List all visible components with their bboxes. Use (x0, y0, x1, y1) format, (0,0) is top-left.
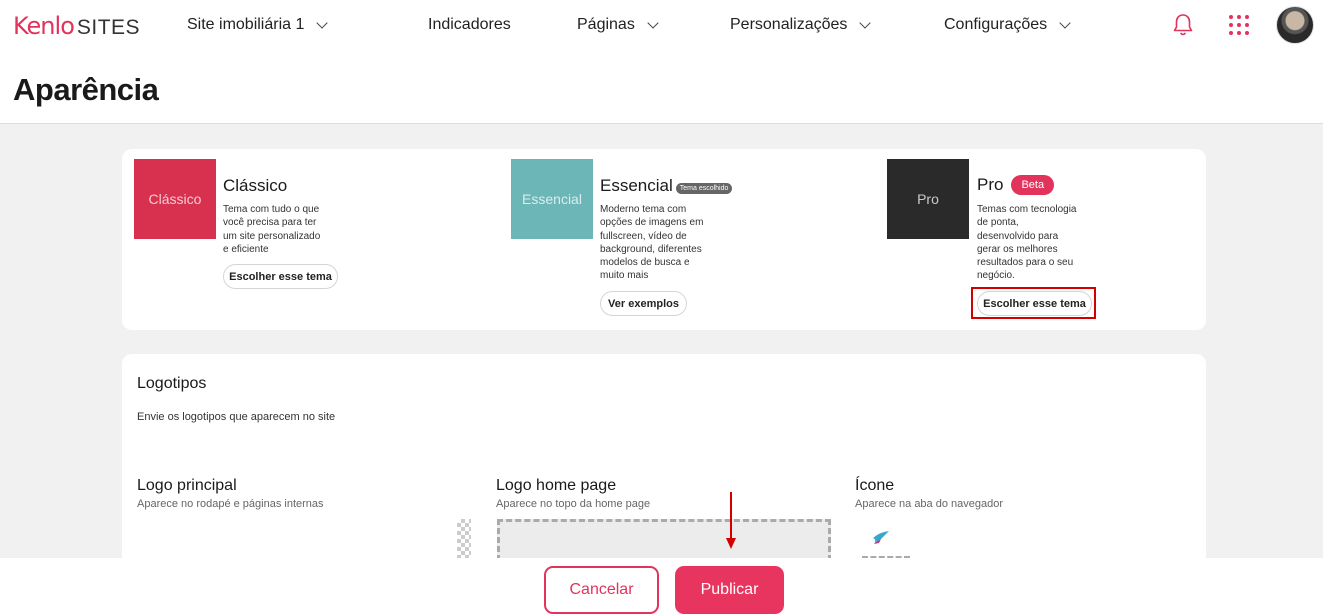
theme-pro-thumbnail[interactable]: Pro (887, 159, 969, 239)
theme-classic-name-label: Clássico (223, 176, 288, 195)
nav-indicators[interactable]: Indicadores (428, 16, 511, 34)
theme-pro-description: Temas com tecnologia de ponta, desenvolv… (977, 204, 1077, 282)
nav-pages-label: Páginas (577, 16, 635, 33)
kenlo-sites-logo[interactable]: Kenlo SITES (13, 12, 140, 40)
theme-essential-name: Essencial Tema escolhido (600, 176, 733, 196)
chevron-down-icon (859, 16, 872, 29)
theme-classic-description: Tema com tudo o que você precisa para te… (223, 204, 321, 255)
theme-classic-thumb-label: Clássico (148, 191, 202, 207)
bell-icon[interactable] (1172, 13, 1194, 37)
home-logo-subtitle: Aparece no topo da home page (496, 498, 651, 510)
highlight-box (971, 287, 1096, 319)
theme-classic-name: Clássico (223, 176, 287, 196)
action-footer: Cancelar Publicar (0, 558, 1323, 616)
theme-essential-name-label: Essencial (600, 176, 673, 195)
transparent-preview (457, 519, 471, 559)
logos-section-subtitle: Envie os logotipos que aparecem no site (137, 411, 336, 423)
site-selector-label: Site imobiliária 1 (187, 16, 305, 33)
chosen-theme-badge: Tema escolhido (675, 182, 733, 194)
chevron-down-icon (316, 16, 329, 29)
page-header: Aparência (0, 52, 1323, 124)
publish-button[interactable]: Publicar (675, 566, 784, 614)
bird-favicon-icon[interactable] (872, 530, 890, 546)
nav-indicators-label: Indicadores (428, 16, 511, 33)
main-logo-title: Logo principal (137, 477, 237, 494)
favicon-subtitle: Aparece na aba do navegador (855, 498, 1004, 510)
apps-grid-icon[interactable] (1229, 15, 1249, 35)
theme-essential-thumb-label: Essencial (522, 191, 582, 207)
theme-pro-thumb-label: Pro (917, 191, 939, 207)
main-logo-subtitle: Aparece no rodapé e páginas internas (137, 498, 324, 510)
top-navigation-bar: Kenlo SITES Site imobiliária 1 Indicador… (0, 0, 1323, 52)
theme-pro-name: Pro Beta (977, 175, 1055, 195)
logos-card: Logotipos Envie os logotipos que aparece… (122, 354, 1206, 579)
theme-pro-name-label: Pro (977, 175, 1004, 194)
choose-classic-theme-button[interactable]: Escolher esse tema (223, 264, 338, 289)
nav-pages[interactable]: Páginas (577, 16, 659, 34)
cancel-button[interactable]: Cancelar (544, 566, 659, 614)
theme-essential-thumbnail[interactable]: Essencial (511, 159, 593, 239)
nav-personalizations[interactable]: Personalizações (730, 16, 872, 34)
view-examples-button[interactable]: Ver exemplos (600, 291, 687, 316)
home-logo-title: Logo home page (496, 477, 617, 494)
site-selector[interactable]: Site imobiliária 1 (187, 16, 329, 34)
favicon-title: Ícone (855, 477, 895, 494)
logos-section-title: Logotipos (137, 375, 207, 392)
logo-brand: Kenlo (13, 12, 75, 40)
logo-product: SITES (76, 16, 141, 39)
page-title: Aparência (13, 72, 159, 107)
nav-settings[interactable]: Configurações (944, 16, 1071, 34)
chevron-down-icon (647, 16, 659, 29)
nav-personalizations-label: Personalizações (730, 16, 848, 33)
theme-essential-description: Moderno tema com opções de imagens em fu… (600, 204, 704, 282)
arrow-down-icon (726, 492, 736, 549)
chevron-down-icon (1059, 16, 1071, 29)
nav-settings-label: Configurações (944, 16, 1048, 33)
theme-classic-thumbnail[interactable]: Clássico (134, 159, 216, 239)
beta-badge: Beta (1011, 175, 1055, 195)
user-avatar[interactable] (1276, 6, 1314, 44)
